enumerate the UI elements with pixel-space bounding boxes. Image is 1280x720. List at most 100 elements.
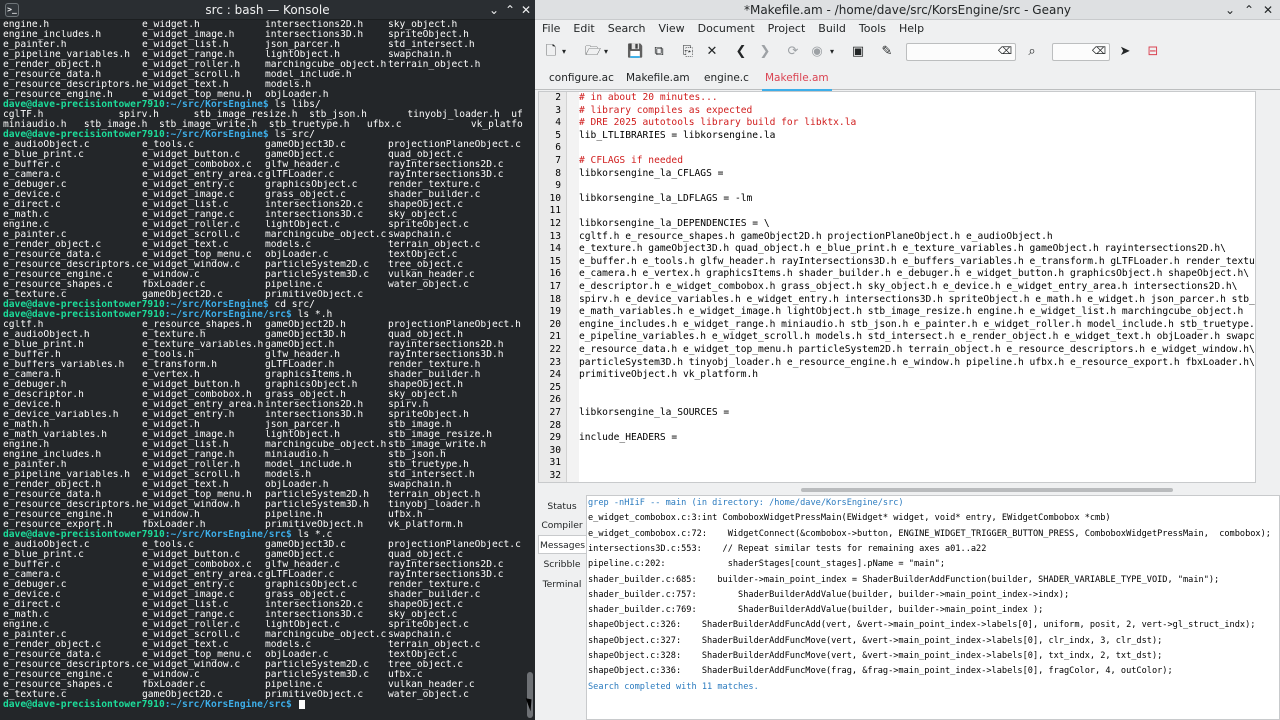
terminal-scrollbar[interactable] bbox=[525, 20, 535, 720]
goto-line-icon[interactable]: ➤ bbox=[1117, 44, 1133, 60]
quit-icon[interactable]: ⊟ bbox=[1145, 44, 1161, 60]
grep-result-line[interactable]: e_widget_combobox.c:72: WidgetConnect(&c… bbox=[588, 529, 1271, 539]
close-icon[interactable]: ✕ bbox=[1260, 2, 1276, 18]
terminal-file-name: e_resource_shapes.h bbox=[142, 320, 252, 330]
close-icon[interactable]: ✕ bbox=[518, 2, 534, 18]
new-dropdown-icon[interactable]: ▾ bbox=[559, 44, 569, 60]
terminal-file-name: swapchain.c bbox=[388, 230, 452, 240]
terminal-file-name: e_debuger.h bbox=[3, 380, 67, 390]
menu-document[interactable]: Document bbox=[698, 20, 755, 38]
grep-result-line[interactable]: e_widget_combobox.c:3:int ComboboxWidget… bbox=[588, 513, 1111, 523]
grep-result-line[interactable]: shader_builder.c:769: ShaderBuilderAddVa… bbox=[588, 605, 1043, 615]
msg-tab-terminal[interactable]: Terminal bbox=[538, 575, 586, 594]
maximize-icon[interactable]: ⌃ bbox=[1241, 2, 1257, 18]
minimize-icon[interactable]: ⌄ bbox=[1222, 2, 1238, 18]
terminal-file-name: e_widget_combobox.c bbox=[142, 560, 252, 570]
menu-file[interactable]: File bbox=[542, 20, 560, 38]
compile-icon[interactable]: ⟳ bbox=[785, 44, 801, 60]
save-icon[interactable]: 💾 bbox=[627, 44, 643, 60]
open-file-icon[interactable]: 🗁 bbox=[585, 44, 601, 60]
horizontal-scrollbar[interactable] bbox=[801, 488, 1173, 492]
terminal-file-name: gameObject.c bbox=[265, 550, 335, 560]
terminal-file-name: intersections3D.c bbox=[265, 610, 364, 620]
terminal-file-name: e_resource_engine.c bbox=[3, 670, 113, 680]
terminal-file-name: e_resource_data.c bbox=[3, 650, 102, 660]
line-number: 8 bbox=[555, 167, 561, 179]
code-area[interactable]: # in about 20 minutes... # library compil… bbox=[579, 92, 1255, 482]
terminal-file-name: engine.h bbox=[3, 440, 50, 450]
menu-project[interactable]: Project bbox=[768, 20, 806, 38]
clear-search-icon[interactable]: ⌫ bbox=[998, 44, 1012, 60]
menu-edit[interactable]: Edit bbox=[573, 20, 594, 38]
msg-tab-messages[interactable]: Messages bbox=[538, 535, 586, 554]
execute-icon[interactable]: ◉ bbox=[809, 44, 825, 60]
terminal-file-name: engine.h bbox=[3, 20, 50, 30]
line-number: 3 bbox=[555, 104, 561, 116]
geany-titlebar[interactable]: *Makefile.am - /home/dave/src/KorsEngine… bbox=[535, 0, 1280, 20]
messages-panel[interactable]: grep -nHIiF -- main (in directory: /home… bbox=[586, 495, 1280, 720]
terminal-file-name: grass_object.c bbox=[265, 590, 346, 600]
msg-tab-scribble[interactable]: Scribble bbox=[538, 555, 586, 574]
line-number: 6 bbox=[555, 142, 561, 154]
msg-tab-compiler[interactable]: Compiler bbox=[538, 516, 586, 535]
terminal-file-name: e_widget_top_menu.h bbox=[142, 490, 252, 500]
close-file-icon[interactable]: ✕ bbox=[704, 44, 720, 60]
color-chooser-icon[interactable]: ✎ bbox=[879, 44, 895, 60]
terminal-file-name: graphicsObject.h bbox=[265, 380, 358, 390]
menu-help[interactable]: Help bbox=[899, 20, 924, 38]
terminal-output[interactable]: engine.h e_widget.h intersections2D.h sky_o… bbox=[3, 20, 523, 720]
terminal-file-name: shader_builder.c bbox=[388, 590, 481, 600]
msg-tab-status[interactable]: Status bbox=[538, 497, 586, 516]
menu-view[interactable]: View bbox=[659, 20, 685, 38]
konsole-titlebar[interactable]: >_ src : bash — Konsole ⌄ ⌃ ✕ bbox=[0, 0, 535, 20]
grep-result-line[interactable]: shapeObject.c:327: ShaderBuilderAddFuncM… bbox=[588, 636, 1162, 646]
grep-result-line[interactable]: shapeObject.c:328: ShaderBuilderAddFuncM… bbox=[588, 651, 1162, 661]
save-all-icon[interactable]: ⧉ bbox=[651, 44, 667, 60]
terminal-file-name: e_painter.c bbox=[3, 630, 67, 640]
tab-makefile-am[interactable]: Makefile.am bbox=[626, 66, 690, 90]
execute-dropdown-icon[interactable]: ▾ bbox=[827, 44, 837, 60]
code-editor[interactable]: 2 3 4 5 6 7 8 9 10 11 12 13 14 15 16 17 18 19 20 21 22 23 24 25… bbox=[538, 91, 1256, 483]
grep-result-line[interactable]: shapeObject.c:326: ShaderBuilderAddFuncA… bbox=[588, 620, 1255, 630]
clear-line-icon[interactable]: ⌫ bbox=[1092, 44, 1106, 60]
terminal-file-name: e_debuger.c bbox=[3, 180, 67, 190]
back-icon[interactable]: ❮ bbox=[733, 44, 749, 60]
maximize-icon[interactable]: ⌃ bbox=[502, 2, 518, 18]
minimize-icon[interactable]: ⌄ bbox=[486, 2, 502, 18]
grep-result-line[interactable]: shader_builder.c:685: builder->main_poin… bbox=[588, 575, 1219, 585]
terminal-file-name: particleSystem3D.c bbox=[265, 670, 369, 680]
search-input[interactable]: ⌫ bbox=[906, 43, 1016, 61]
code-comment-line: # DRE 2025 autotools library build for l… bbox=[579, 117, 857, 129]
terminal-file-name: e_widget_combobox.h bbox=[142, 390, 252, 400]
terminal-file-name: e_tools.c bbox=[142, 540, 194, 550]
terminal-file-name: e_descriptor.h bbox=[3, 390, 84, 400]
code-comment-line: # in about 20 minutes... bbox=[579, 92, 718, 103]
tab-configure-ac[interactable]: configure.ac bbox=[549, 66, 614, 90]
revert-icon[interactable]: ⎘ bbox=[680, 44, 696, 60]
tab-makefile-am[interactable]: Makefile.am bbox=[762, 66, 832, 91]
code-line: e_math_variables.h e_widget_image.h ligh… bbox=[579, 306, 1255, 318]
forward-icon[interactable]: ❯ bbox=[757, 44, 773, 60]
grep-result-line[interactable]: intersections3D.c:553: // Repeat similar… bbox=[588, 544, 986, 554]
grep-result-line[interactable]: pipeline.c:202: shaderStages[count_stage… bbox=[588, 559, 945, 569]
menu-build[interactable]: Build bbox=[818, 20, 846, 38]
grep-result-line[interactable]: shapeObject.c:336: ShaderBuilderAddFuncM… bbox=[588, 666, 1173, 676]
terminal-file-name: graphicsObject.c bbox=[265, 180, 358, 190]
menu-search[interactable]: Search bbox=[608, 20, 646, 38]
line-number: 17 bbox=[549, 281, 561, 292]
prompt-path: :~/src/KorsEngine$ bbox=[164, 129, 269, 140]
open-dropdown-icon[interactable]: ▾ bbox=[601, 44, 611, 60]
search-icon[interactable]: ⌕ bbox=[1024, 44, 1040, 60]
terminal-file-name: vulkan_header.c bbox=[388, 680, 475, 690]
preferences-icon[interactable]: ▣ bbox=[850, 44, 866, 60]
terminal-file-name: e_resource_descriptors.h bbox=[3, 500, 142, 510]
goto-line-input[interactable]: ⌫ bbox=[1052, 43, 1110, 61]
tab-engine-c[interactable]: engine.c bbox=[704, 66, 749, 90]
new-file-icon[interactable]: 🗋 bbox=[543, 44, 559, 60]
menu-tools[interactable]: Tools bbox=[859, 20, 886, 38]
terminal-file-name: marchingcube_object.h bbox=[265, 60, 387, 70]
line-number: 31 bbox=[549, 457, 561, 469]
konsole-title: src : bash — Konsole bbox=[205, 3, 330, 17]
terminal-line: e_math.c e_widget_range.c intersections3D.… bbox=[3, 610, 523, 620]
grep-result-line[interactable]: shader_builder.c:757: ShaderBuilderAddVa… bbox=[588, 590, 1069, 600]
